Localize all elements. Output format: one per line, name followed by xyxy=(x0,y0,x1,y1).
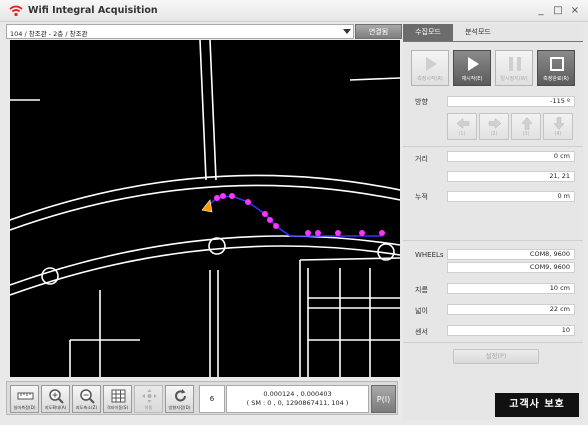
stop-button[interactable]: 측정완료(R) xyxy=(537,50,575,86)
coordinate-readout: 0.000124 , 0.000403 ( SM : 0 , 0, 129086… xyxy=(226,385,369,413)
connect-button[interactable]: 연결됨 xyxy=(355,24,402,39)
close-button[interactable]: × xyxy=(568,4,582,17)
wheels-label: WHEELs xyxy=(415,251,444,259)
refresh-icon xyxy=(175,389,186,402)
privacy-watermark: 고객사 보호 xyxy=(495,393,579,417)
pause-icon xyxy=(509,57,521,71)
tab-analysis-mode[interactable]: 분석모드 xyxy=(455,24,501,41)
position-marker-icon xyxy=(201,199,213,213)
play-icon xyxy=(426,57,437,71)
chevron-down-icon xyxy=(343,29,351,34)
map-selector-bar: 104 / 창조관 - 2층 / 창조관 연결됨 xyxy=(6,24,402,39)
grid-button[interactable]: 격자이동(S) xyxy=(103,385,132,413)
section-divider xyxy=(403,342,583,343)
sensor-label: 센서 xyxy=(415,328,428,336)
move-icon xyxy=(142,389,157,403)
pause-button[interactable]: 일시정지(W) xyxy=(495,50,533,86)
wheels-port-1[interactable]: COM8, 9600 xyxy=(447,249,575,260)
grid-icon xyxy=(111,389,126,403)
arrow-left-button[interactable]: (1) xyxy=(447,113,477,140)
move-button[interactable]: 이동 xyxy=(134,385,163,413)
zoom-in-icon xyxy=(49,389,64,404)
floor-map[interactable] xyxy=(10,40,400,377)
sensor-field[interactable]: 10 xyxy=(447,325,575,336)
wifi-icon xyxy=(9,5,23,17)
tab-collect-mode[interactable]: 수집모드 xyxy=(403,24,453,41)
arrow-down-button[interactable]: (4) xyxy=(543,113,573,140)
distance-field[interactable]: 0 cm xyxy=(447,151,575,162)
restart-button[interactable]: 재시작(E) xyxy=(453,50,491,86)
zoom-in-button[interactable]: 지도확대(A) xyxy=(41,385,70,413)
diameter-field[interactable]: 10 cm xyxy=(447,283,575,294)
cumulative-label: 누적 xyxy=(415,193,428,201)
direction-field[interactable]: -115 º xyxy=(447,96,575,107)
bottom-toolbar: 실미측정(D) 지도확대(A) 지도축소(Z) 격자이동(S) 이동 방향지정(… xyxy=(6,381,398,415)
p-button[interactable]: P(I) xyxy=(371,385,396,413)
arrow-up-button[interactable]: (3) xyxy=(511,113,541,140)
section-divider xyxy=(403,146,583,147)
floor-plan xyxy=(10,40,400,377)
cumulative-field[interactable]: 0 m xyxy=(447,191,575,202)
width-label: 넓이 xyxy=(415,307,428,315)
width-field[interactable]: 22 cm xyxy=(447,304,575,315)
maximize-button[interactable]: □ xyxy=(551,4,565,17)
arrow-right-icon xyxy=(488,117,502,130)
direction-button[interactable]: 방향지정(D) xyxy=(165,385,194,413)
start-button[interactable]: 측정시작(R) xyxy=(411,50,449,86)
signal-info: ( SM : 0 , 0, 1290867411, 104 ) xyxy=(246,399,349,407)
stop-icon xyxy=(550,57,564,71)
zoom-out-button[interactable]: 지도축소(Z) xyxy=(72,385,101,413)
location-select-value: 104 / 창조관 - 2층 / 창조관 xyxy=(10,30,88,38)
direction-label: 방향 xyxy=(415,98,428,106)
distance-label: 거리 xyxy=(415,155,428,163)
location-select[interactable]: 104 / 창조관 - 2층 / 창조관 xyxy=(6,24,354,39)
measure-button[interactable]: 실미측정(D) xyxy=(10,385,39,413)
minimize-button[interactable]: _ xyxy=(534,4,548,17)
tab-divider xyxy=(403,41,583,42)
play-icon xyxy=(468,57,479,71)
point-count: 6 xyxy=(199,385,225,413)
control-panel: 수집모드 분석모드 측정시작(R) 재시작(E) 일시정지(W) 측정완료(R)… xyxy=(403,24,583,420)
position-field[interactable]: 21, 21 xyxy=(447,171,575,182)
wheels-port-2[interactable]: COM9, 9600 xyxy=(447,262,575,273)
ruler-icon xyxy=(17,392,34,400)
arrow-down-icon xyxy=(553,117,565,130)
arrow-up-icon xyxy=(521,117,533,130)
arrow-right-button[interactable]: (2) xyxy=(479,113,509,140)
zoom-out-icon xyxy=(80,389,95,404)
title-bar: Wifi Integral Acquisition _ □ × xyxy=(0,0,588,22)
settings-button[interactable]: 설정(P) xyxy=(453,349,539,364)
coordinate-value: 0.000124 , 0.000403 xyxy=(263,390,332,398)
arrow-left-icon xyxy=(456,117,470,130)
section-divider xyxy=(403,240,583,241)
diameter-label: 지름 xyxy=(415,286,428,294)
window-title: Wifi Integral Acquisition xyxy=(28,5,158,16)
